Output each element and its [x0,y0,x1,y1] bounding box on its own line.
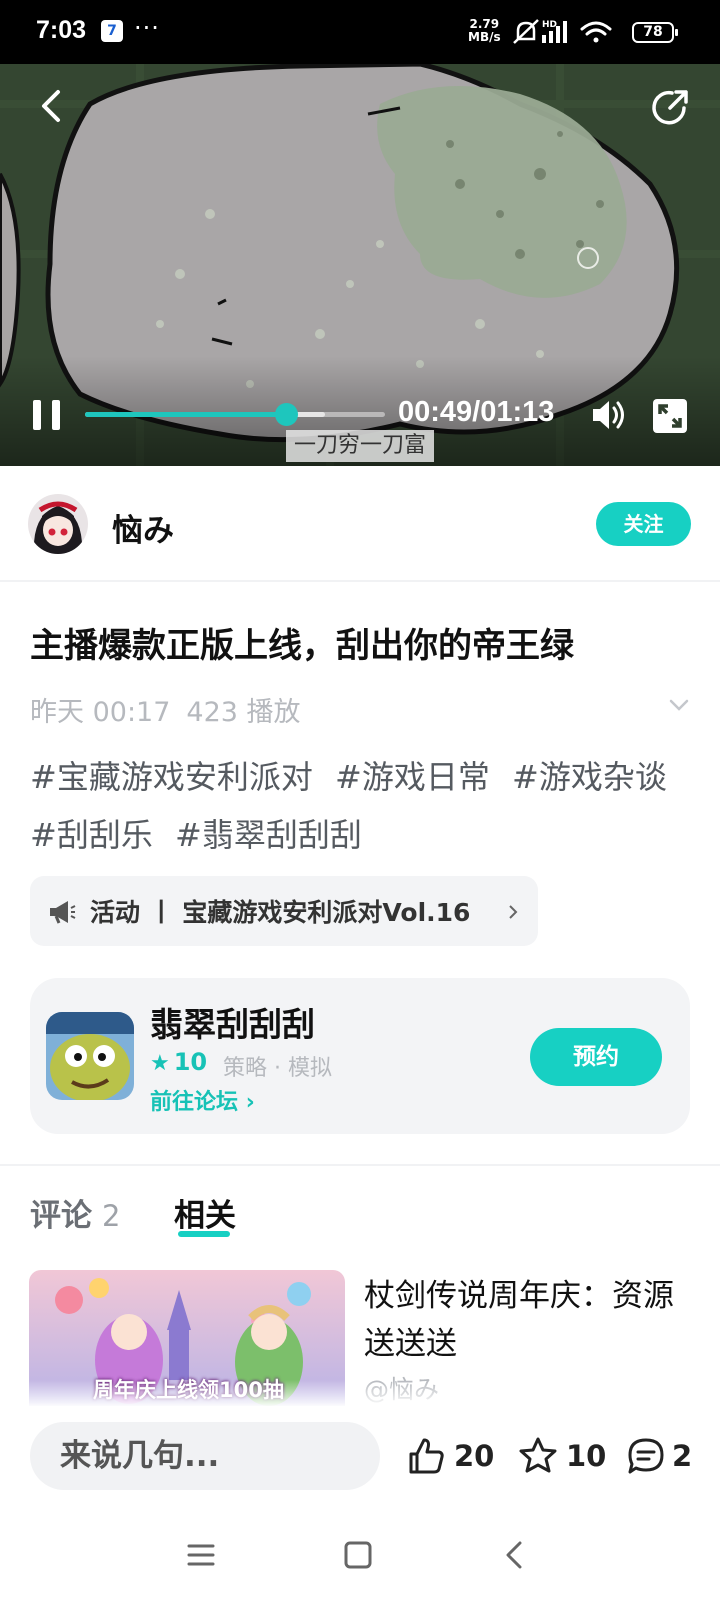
avatar[interactable] [28,494,88,554]
fullscreen-icon[interactable] [652,398,688,434]
game-name: 翡翠刮刮刮 [150,1005,315,1044]
video-player[interactable]: 00:49/01:13 一刀穷一刀富 [0,64,720,466]
tag-link[interactable]: #游戏日常 [335,758,490,796]
tab-comments[interactable]: 评论 2 [30,1190,120,1235]
post-plays: 423 播放 [186,697,301,728]
favorites-count: 10 [566,1439,607,1473]
app-notification-icon: 7 [101,20,123,42]
game-card[interactable]: 翡翠刮刮刮 ★ 10 策略 · 模拟 前往论坛 › 预约 [30,978,690,1134]
expand-chevron-icon[interactable] [668,698,690,712]
follow-button[interactable]: 关注 [596,502,691,546]
activity-banner[interactable]: 活动 丨 宝藏游戏安利派对Vol.16 [30,876,538,946]
likes-count: 20 [454,1439,495,1473]
tag-link[interactable]: #翡翠刮刮刮 [175,816,362,854]
video-subtitle: 一刀穷一刀富 [286,430,435,462]
star-icon: ★ [150,1051,170,1076]
favorite-button[interactable]: 10 [518,1436,608,1476]
bottom-action-bar: 来说几句... 20 10 2 [0,1406,720,1600]
status-icons: HD [513,19,612,44]
divider [0,1164,720,1166]
thumbs-up-icon [409,1438,444,1474]
post-date: 昨天 00:17 [30,697,171,728]
comment-input[interactable]: 来说几句... [30,1422,380,1490]
chevron-right-icon [509,905,518,919]
game-score: ★ 10 [150,1048,208,1076]
tag-link[interactable]: #游戏杂谈 [512,758,667,796]
comments-count: 2 [102,1199,121,1233]
star-icon [519,1437,557,1473]
reserve-button[interactable]: 预约 [530,1028,662,1086]
related-title[interactable]: 杖剑传说周年庆：资源送送送 [364,1272,694,1368]
forum-link[interactable]: 前往论坛 › [150,1084,255,1116]
comments-count-bottom: 2 [672,1439,693,1473]
game-genre: 策略 · 模拟 [223,1056,332,1081]
author-name[interactable]: 恼み [112,505,174,550]
video-time: 00:49/01:13 [398,396,555,428]
comment-bubble-icon [628,1438,664,1474]
network-speed: 2.79 MB/s [468,17,501,44]
divider [0,580,720,582]
mute-bell-icon [513,19,539,44]
tab-related[interactable]: 相关 [174,1190,236,1235]
more-notifications-icon: ··· [134,14,160,42]
menu-nav-icon[interactable] [186,1540,216,1570]
back-nav-icon[interactable] [500,1540,530,1570]
active-tab-indicator [178,1231,230,1237]
battery-icon: 78 [632,22,678,43]
share-icon[interactable] [650,86,692,128]
tag-link[interactable]: #刮刮乐 [30,816,153,854]
video-progress-handle[interactable] [275,403,298,426]
hd-label: HD [542,20,557,30]
wifi-icon [580,21,612,43]
post-tags: #宝藏游戏安利派对 #游戏日常 #游戏杂谈 #刮刮乐 #翡翠刮刮刮 [30,748,680,864]
chevron-right-icon: › [245,1090,255,1115]
post-meta: 昨天 00:17 423 播放 [30,690,317,729]
status-time: 7:03 [36,16,87,44]
post-title: 主播爆款正版上线，刮出你的帝王绿 [30,626,574,666]
like-button[interactable]: 20 [406,1436,496,1476]
status-bar: 7:03 7 ··· 2.79 MB/s HD 78 [0,0,720,64]
pause-icon[interactable] [30,398,64,432]
activity-label: 活动 丨 宝藏游戏安利派对Vol.16 [90,898,471,927]
back-icon[interactable] [32,86,72,126]
video-progress-fill [85,412,286,417]
game-icon[interactable] [46,1012,134,1100]
tag-link[interactable]: #宝藏游戏安利派对 [30,758,313,796]
megaphone-icon [50,901,76,924]
video-progress-bar[interactable] [85,403,385,426]
home-nav-icon[interactable] [343,1540,373,1570]
comment-button[interactable]: 2 [626,1436,706,1476]
volume-icon[interactable] [590,397,628,433]
